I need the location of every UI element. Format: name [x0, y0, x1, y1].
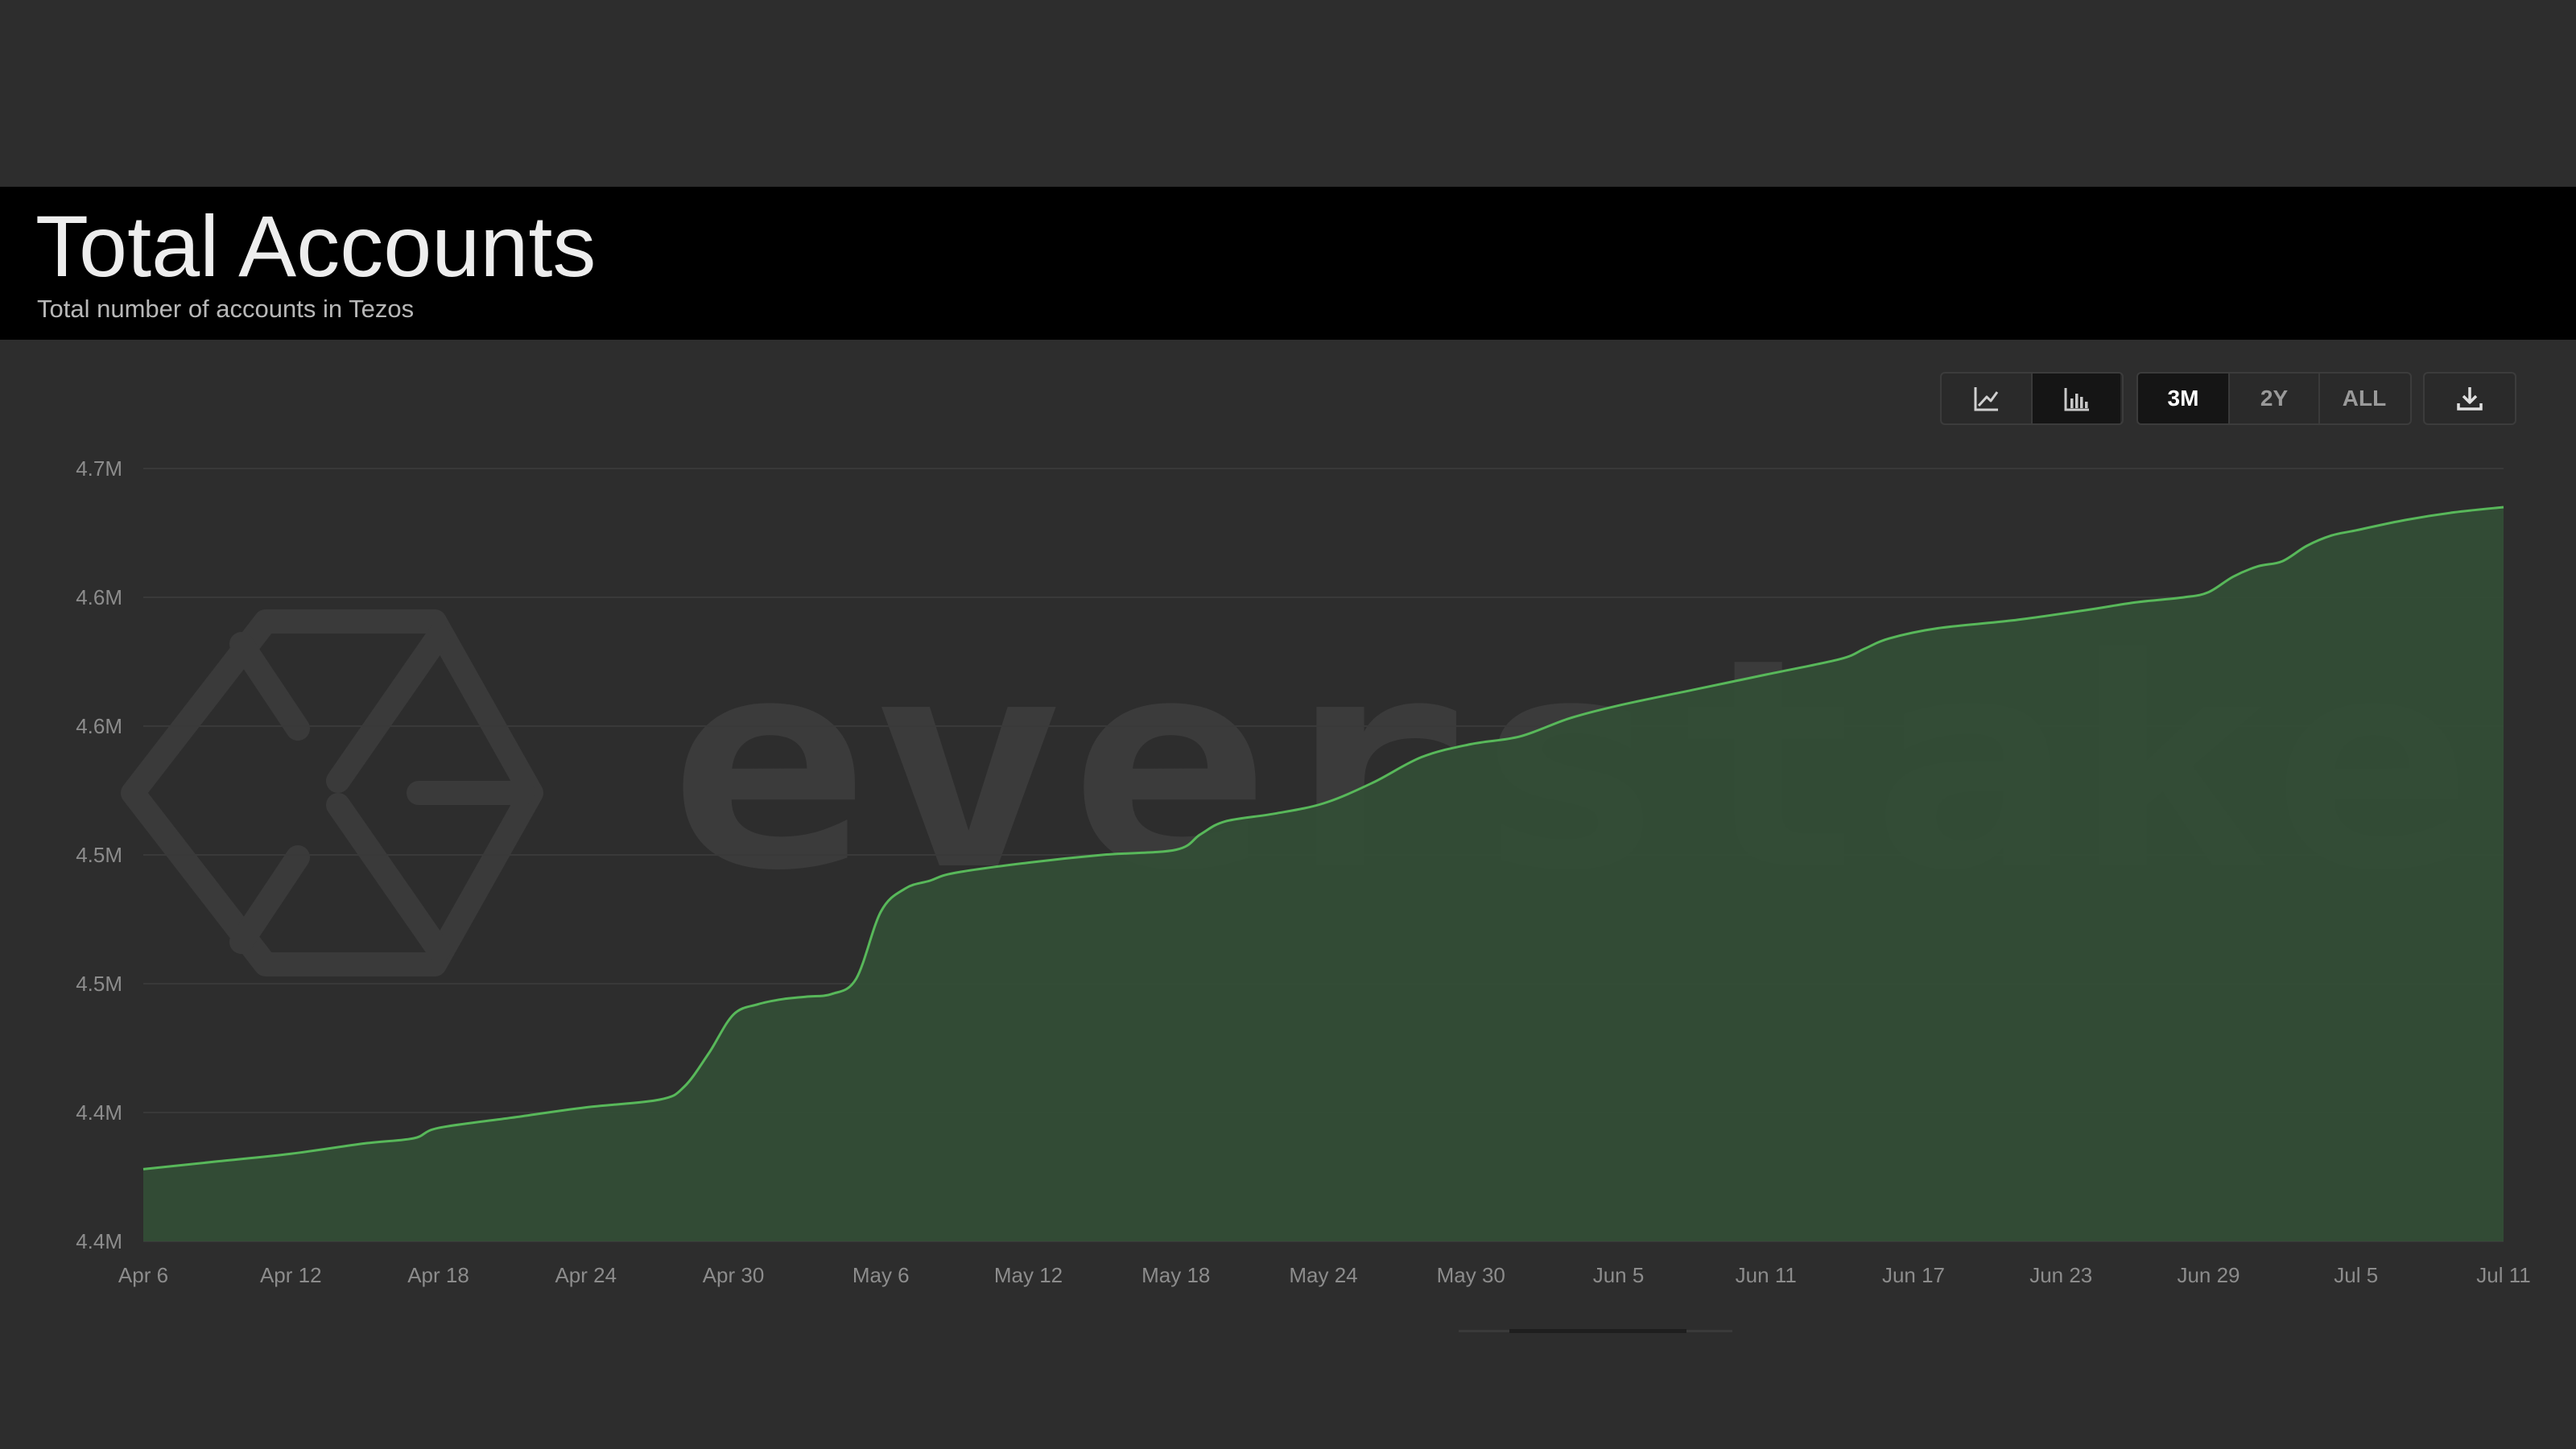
x-tick-label: Apr 18	[407, 1263, 469, 1287]
y-axis: 4.4M 4.4M 4.5M 4.5M 4.6M 4.6M 4.7M	[76, 456, 122, 1253]
x-tick-label: May 24	[1289, 1263, 1357, 1287]
data-point	[510, 1115, 514, 1120]
data-point	[1100, 852, 1104, 857]
range-2y-button[interactable]: 2Y	[2228, 374, 2318, 423]
x-tick-label: Jul 11	[2476, 1263, 2530, 1287]
data-point	[411, 1136, 416, 1141]
data-point	[436, 1125, 441, 1130]
x-tick-label: Jun 17	[1882, 1263, 1945, 1287]
data-point	[1223, 819, 1228, 824]
data-point	[1026, 861, 1031, 865]
data-point	[2354, 528, 2359, 533]
data-point	[805, 994, 810, 999]
data-point	[1567, 716, 1571, 720]
data-point	[903, 886, 908, 891]
data-point	[829, 992, 834, 997]
x-tick-label: May 30	[1437, 1263, 1505, 1287]
x-tick-label: Apr 24	[555, 1263, 617, 1287]
x-tick-label: Apr 6	[118, 1263, 168, 1287]
data-point	[2231, 574, 2235, 579]
scroll-indicator-thumb[interactable]	[1509, 1329, 1686, 1333]
data-point	[141, 1166, 146, 1171]
download-button[interactable]	[2425, 374, 2515, 423]
x-tick-label: May 6	[852, 1263, 910, 1287]
data-point	[1198, 832, 1203, 836]
bar-chart-icon	[2064, 388, 2089, 411]
data-point	[1517, 734, 1522, 739]
chart: everstake 4.4M4.4M4.5M4.5M4.6M4.6M4.7M A…	[76, 456, 2531, 1333]
y-tick-label: 4.4M	[76, 1100, 122, 1125]
range-3m-button[interactable]: 3M	[2138, 374, 2228, 423]
range-all-button[interactable]: ALL	[2318, 374, 2409, 423]
data-point	[952, 870, 957, 875]
x-tick-label: Jun 29	[2177, 1263, 2240, 1287]
y-tick-label: 4.6M	[76, 714, 122, 738]
x-tick-label: Apr 12	[260, 1263, 322, 1287]
data-point	[1468, 741, 1473, 746]
data-point	[1764, 672, 1769, 677]
data-point	[756, 1002, 761, 1007]
data-point	[2501, 505, 2506, 510]
data-point	[1174, 848, 1179, 852]
x-tick-label: Jun 11	[1736, 1263, 1797, 1287]
data-point	[2083, 608, 2088, 613]
data-point	[2182, 595, 2186, 600]
data-point	[2132, 600, 2137, 605]
y-tick-label: 4.5M	[76, 972, 122, 996]
data-point	[1936, 625, 1941, 630]
data-point	[854, 976, 859, 981]
bar-chart-button[interactable]	[2031, 374, 2120, 423]
y-tick-label: 4.4M	[76, 1229, 122, 1253]
data-point	[1272, 811, 1277, 816]
y-tick-label: 4.5M	[76, 843, 122, 867]
data-point	[288, 1151, 293, 1156]
data-point	[2403, 518, 2408, 522]
data-point	[927, 878, 932, 883]
download-control	[2423, 372, 2516, 425]
data-point	[1862, 646, 1867, 651]
x-axis: Apr 6 Apr 12 Apr 18 Apr 24 Apr 30 May 6 May 12…	[118, 1263, 2531, 1287]
data-point	[682, 1084, 687, 1089]
data-point	[2452, 510, 2457, 514]
x-tick-label: Apr 30	[703, 1263, 765, 1287]
data-point	[2256, 564, 2260, 569]
data-point	[1419, 754, 1424, 759]
data-point	[2280, 559, 2285, 564]
data-point	[584, 1105, 588, 1110]
data-point	[362, 1141, 367, 1146]
data-point	[2009, 618, 2014, 623]
y-tick-label: 4.7M	[76, 456, 122, 481]
range-selector: 3M 2Y ALL	[2136, 372, 2412, 425]
line-chart-button[interactable]	[1942, 374, 2031, 423]
chart-type-toggle	[1940, 372, 2124, 425]
data-point	[215, 1159, 220, 1164]
data-point	[2207, 590, 2211, 595]
everstake-logo-icon	[121, 609, 543, 976]
line-chart-icon	[1974, 387, 1998, 411]
data-point	[1616, 703, 1621, 708]
data-point	[1690, 687, 1695, 692]
data-point	[707, 1051, 712, 1055]
data-point	[780, 997, 785, 1001]
data-point	[1321, 801, 1326, 806]
x-tick-label: Jun 5	[1593, 1263, 1645, 1287]
x-tick-label: Jul 5	[2334, 1263, 2378, 1287]
x-tick-label: Jun 23	[2029, 1263, 2092, 1287]
data-point	[1837, 657, 1842, 662]
data-point	[731, 1012, 736, 1017]
x-tick-label: May 12	[994, 1263, 1063, 1287]
x-tick-label: May 18	[1141, 1263, 1210, 1287]
y-tick-label: 4.6M	[76, 585, 122, 609]
data-point	[657, 1097, 662, 1102]
data-point	[2305, 543, 2310, 548]
data-point	[1887, 636, 1892, 641]
download-icon	[2457, 387, 2483, 411]
data-point	[1370, 780, 1375, 785]
data-point	[878, 909, 883, 914]
data-point	[2329, 533, 2334, 538]
